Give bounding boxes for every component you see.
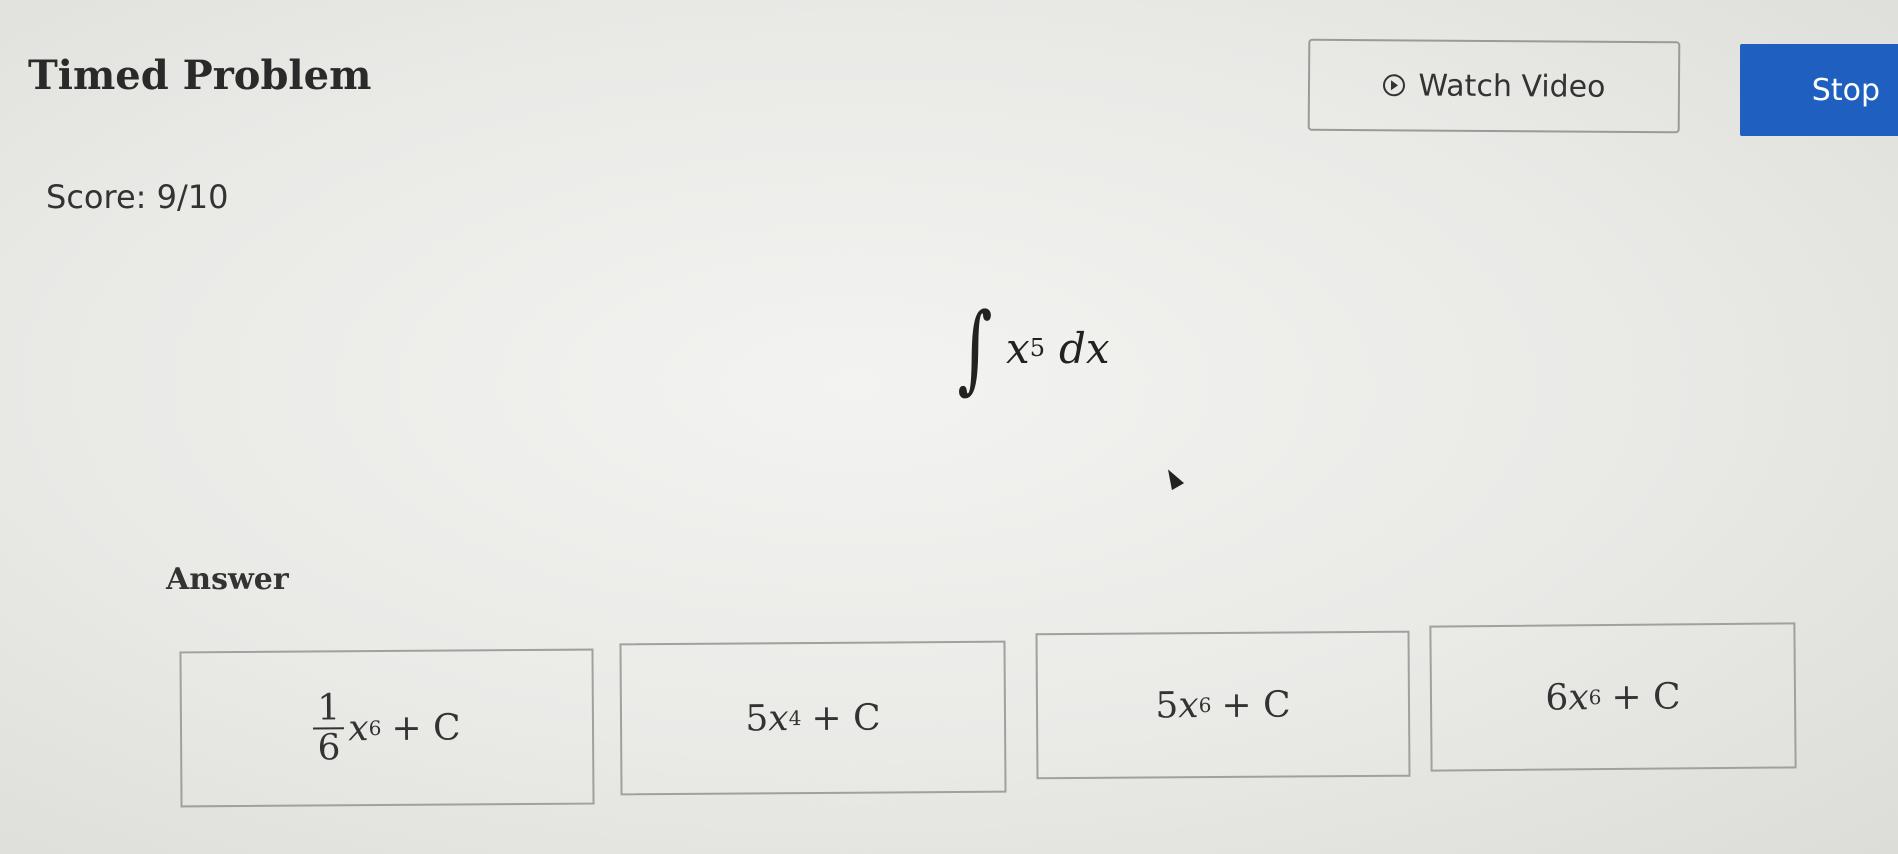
choice-coefficient: 5 — [1155, 684, 1179, 726]
answer-choice-1[interactable]: 1 6 x6 + C — [179, 648, 595, 808]
choice-variable: x — [1178, 684, 1199, 726]
choice-exponent: 6 — [1198, 693, 1212, 718]
stop-label: Stop — [1811, 72, 1880, 108]
integral-problem: ∫ x5 dx — [950, 300, 1110, 396]
integral-sign: ∫ — [957, 292, 993, 404]
answer-choice-3[interactable]: 5x6 + C — [1035, 630, 1411, 780]
play-circle-icon — [1382, 74, 1405, 97]
problem-exponent: 5 — [1029, 334, 1045, 362]
choice-variable: x — [768, 697, 789, 739]
score-text: Score: 9/10 — [46, 178, 229, 216]
choice-exponent: 6 — [1588, 685, 1602, 710]
choice-constant: + C — [1611, 675, 1681, 718]
problem-differential: dx — [1058, 323, 1110, 373]
watch-video-button[interactable]: Watch Video — [1307, 38, 1681, 134]
choice-exponent: 4 — [788, 706, 802, 731]
answer-choice-4[interactable]: 6x6 + C — [1429, 622, 1797, 772]
choice-coefficient: 6 — [1545, 676, 1569, 719]
fraction-numerator: 1 — [313, 688, 345, 730]
answer-label: Answer — [166, 562, 289, 597]
fraction-denominator: 6 — [317, 727, 341, 769]
answer-choice-2[interactable]: 5x4 + C — [619, 640, 1007, 796]
watch-video-label: Watch Video — [1418, 67, 1606, 105]
choice-variable: x — [348, 707, 369, 749]
choice-constant: + C — [811, 697, 881, 739]
choice-constant: + C — [1221, 684, 1291, 726]
stop-button[interactable]: Stop — [1740, 44, 1898, 136]
choice-exponent: 6 — [368, 716, 382, 741]
mouse-cursor-icon — [1161, 465, 1185, 491]
page-title: Timed Problem — [28, 52, 372, 99]
choice-constant: + C — [391, 706, 461, 749]
choice-coefficient: 5 — [745, 697, 769, 739]
fraction: 1 6 — [313, 688, 345, 769]
problem-base: x — [1006, 323, 1030, 373]
choice-variable: x — [1568, 676, 1589, 718]
